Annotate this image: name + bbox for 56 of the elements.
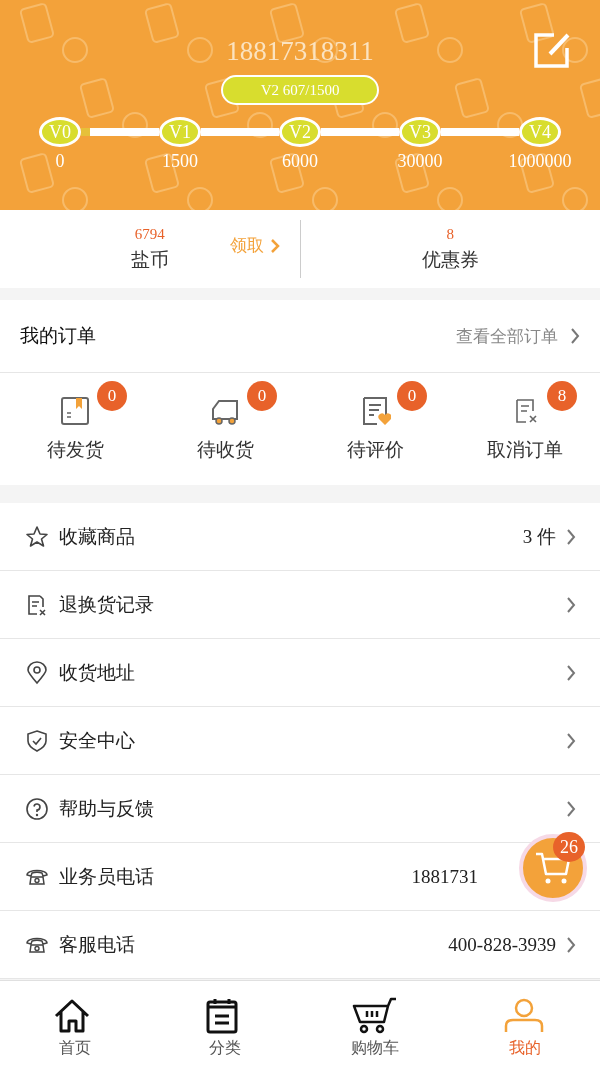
tab-item[interactable]: 分类 (150, 981, 300, 1067)
count-badge: 0 (97, 381, 127, 411)
menu-value: 400-828-3939 (448, 933, 556, 956)
menu-label: 帮助与反馈 (59, 795, 155, 821)
menu-row[interactable]: 安全中心 (0, 707, 600, 775)
count-badge: 8 (547, 381, 577, 411)
count-badge: 0 (247, 381, 277, 411)
chevron-icon (566, 663, 576, 682)
help-icon (25, 796, 49, 821)
menu-label: 退换货记录 (59, 591, 155, 617)
star-icon (25, 524, 49, 549)
level-points: 30000 (397, 151, 443, 172)
count-badge: 0 (397, 381, 427, 411)
chevron-icon (566, 799, 576, 818)
chevron-icon (566, 527, 576, 546)
coupon-label: 优惠券 (421, 246, 479, 272)
menu-label: 收藏商品 (59, 523, 136, 549)
shield-check-icon (25, 728, 49, 753)
menu-value: 3 件 (522, 524, 556, 549)
menu-label: 安全中心 (59, 727, 136, 753)
view-all-orders-link[interactable]: 查看全部订单 (456, 324, 580, 348)
tab-item[interactable]: 我的 (450, 981, 600, 1067)
document-cross-icon (25, 592, 49, 617)
menu-label: 业务员电话 (59, 863, 155, 889)
count-badge: 26 (553, 832, 585, 862)
menu-label: 收货地址 (59, 659, 136, 685)
location-pin-icon (25, 660, 49, 685)
menu-value: 1881731 (411, 865, 478, 888)
chevron-icon (566, 935, 576, 954)
coupon-count: 8 (446, 225, 454, 243)
chevron-icon (566, 731, 576, 750)
tab-item[interactable]: 首页 (0, 981, 150, 1067)
chevron-icon (566, 595, 576, 614)
menu-row[interactable]: 客服电话 400-828-3939 (0, 911, 600, 979)
coin-label: 盐币 (130, 246, 169, 272)
coin-count: 6794 (134, 225, 165, 243)
chevron-icon (269, 237, 280, 254)
level-points: 1500 (162, 151, 198, 172)
order-status-label[interactable]: 待评价 (346, 437, 404, 463)
box-icon[interactable] (59, 395, 91, 427)
tab-item[interactable]: 购物车 (300, 981, 450, 1067)
level-points: 6000 (282, 151, 318, 172)
menu-label: 客服电话 (59, 931, 136, 957)
order-status-label[interactable]: 取消订单 (487, 437, 563, 463)
level-points: 1000000 (508, 151, 572, 172)
order-status-label[interactable]: 待收货 (196, 437, 254, 463)
chevron-icon (570, 327, 580, 345)
level-badge: V2 607/1500 (221, 75, 379, 105)
menu-row[interactable]: 收货地址 (0, 639, 600, 707)
menu-row[interactable]: 退换货记录 (0, 571, 600, 639)
cart-icon (352, 996, 398, 1034)
order-status-label[interactable]: 待发货 (46, 437, 104, 463)
phone-number: 18817318311 (226, 36, 374, 67)
level-points: 0 (55, 151, 65, 172)
section-title: 我的订单 (20, 323, 96, 348)
menu-row[interactable]: 收藏商品 3 件 (0, 503, 600, 571)
